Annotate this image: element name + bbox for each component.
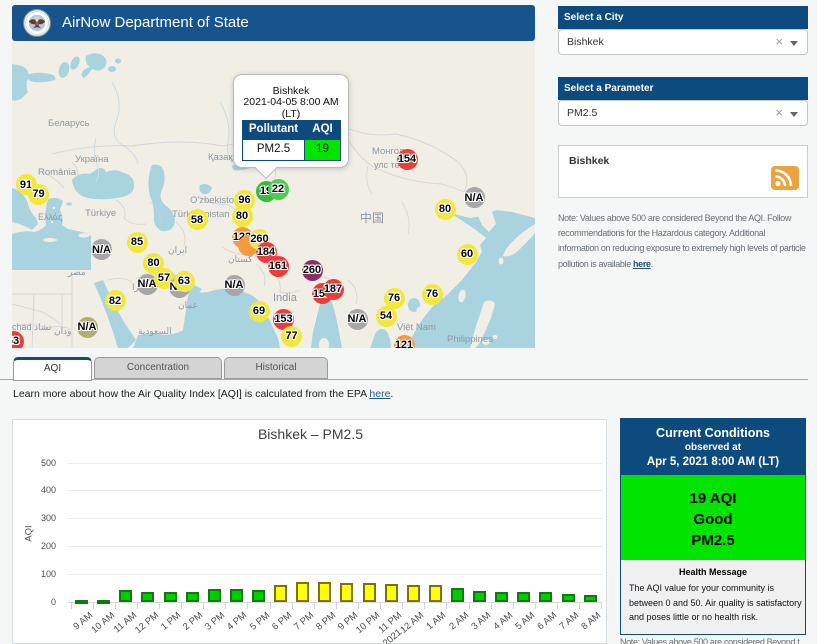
svg-text:中国: 中国 — [360, 210, 384, 225]
svg-text:Türkiye: Türkiye — [85, 208, 116, 219]
svg-text:India: India — [273, 292, 298, 304]
svg-text:كستان: كستان — [228, 254, 253, 264]
svg-text:Україна: Україна — [75, 154, 109, 165]
svg-text:Việt Nam: Việt Nam — [397, 322, 436, 333]
svg-text:ودان: ودان — [54, 326, 71, 337]
svg-text:chad تشاد: chad تشاد — [12, 322, 52, 332]
svg-text:مصر: مصر — [67, 267, 86, 278]
svg-text:Беларусь: Беларусь — [48, 118, 90, 129]
svg-text:O'zbekiston: O'zbekiston — [190, 195, 239, 206]
svg-text:România: România — [38, 167, 77, 178]
svg-text:Philippines: Philippines — [447, 334, 493, 345]
svg-text:السعودية: السعودية — [138, 326, 172, 337]
svg-text:Ελλάς: Ελλάς — [38, 212, 63, 222]
svg-text:عمان: عمان — [178, 300, 198, 310]
svg-text:ایران: ایران — [168, 245, 187, 256]
